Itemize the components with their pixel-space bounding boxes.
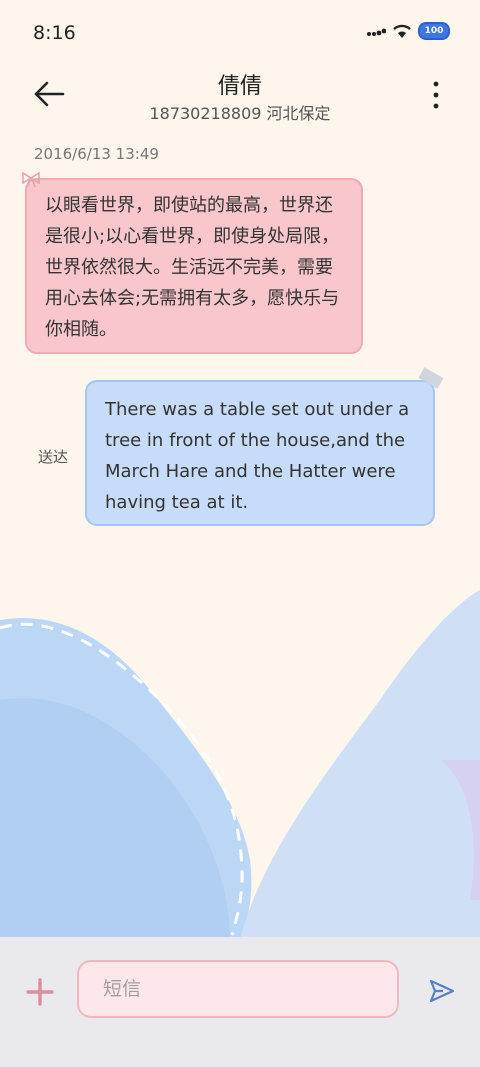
outgoing-message-text: There was a table set out under a tree i… — [105, 399, 410, 513]
bow-decoration-icon — [22, 171, 40, 188]
message-timestamp: 2016/6/13 13:49 — [34, 145, 159, 163]
battery-icon: 100 — [418, 22, 450, 40]
status-bar: 8:16 100 — [0, 0, 480, 66]
incoming-message-bubble[interactable]: 以眼看世界，即使站的最高，世界还是很小;以心看世界，即使身处局限，世界依然很大。… — [25, 178, 363, 354]
conversation-header: 倩倩 18730218809 河北保定 — [0, 66, 480, 134]
status-icons: 100 — [366, 22, 450, 40]
more-options-icon[interactable] — [432, 80, 440, 110]
incoming-message-text: 以眼看世界，即使站的最高，世界还是很小;以心看世界，即使身处局限，世界依然很大。… — [45, 195, 340, 340]
status-time: 8:16 — [33, 22, 76, 44]
wifi-icon — [393, 24, 411, 38]
contact-name: 倩倩 — [217, 74, 262, 99]
send-icon[interactable] — [428, 977, 456, 1005]
add-attachment-icon[interactable] — [25, 977, 55, 1007]
signal-icon — [367, 28, 386, 36]
contact-subtitle: 18730218809 河北保定 — [149, 104, 331, 123]
outgoing-message-bubble[interactable]: There was a table set out under a tree i… — [85, 380, 435, 526]
message-input[interactable] — [101, 977, 375, 1001]
delivery-status: 送达 — [38, 448, 69, 466]
message-input-box[interactable] — [77, 960, 399, 1018]
message-composer — [0, 937, 480, 1067]
battery-level: 100 — [424, 26, 444, 36]
